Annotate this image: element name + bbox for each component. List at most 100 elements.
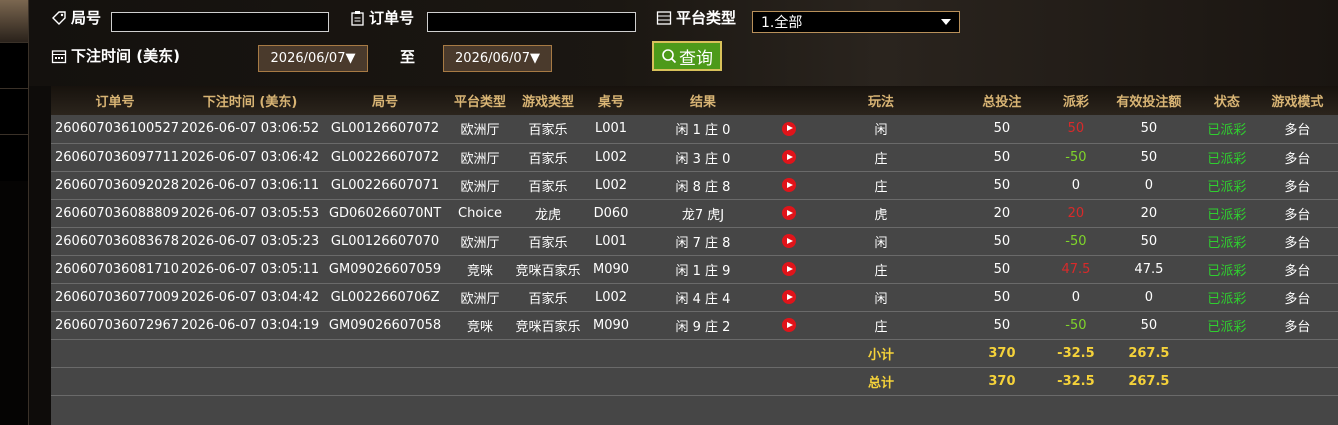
summary-label: 总计 (808, 367, 953, 396)
date-to-label: 至 (400, 48, 415, 66)
round-input[interactable] (111, 12, 329, 32)
cell-table: L002 (585, 171, 637, 200)
cell-order: 260607036097711 (51, 143, 180, 172)
play-video-icon[interactable] (781, 318, 796, 332)
date-from-picker[interactable]: 2026/06/07▼ (258, 45, 368, 72)
cell-result: 闲 9 庄 2 (637, 311, 769, 340)
table-row[interactable]: 260607036072967 2026-06-07 03:04:19 GM0902… (51, 311, 1338, 340)
cell-total: 50 (952, 255, 1051, 284)
table-row[interactable]: 260607036083678 2026-06-07 03:05:23 GL0012… (51, 227, 1338, 256)
col-header[interactable]: 局号 (321, 86, 449, 115)
cell-game: 百家乐 (511, 143, 586, 172)
cell-bet: 庄 (808, 171, 953, 200)
date-to-label-text: 至 (400, 48, 416, 66)
sidebar-tab[interactable] (0, 42, 28, 89)
col-header[interactable]: 状态 (1197, 86, 1257, 115)
cell-time: 2026-06-07 03:06:42 (179, 143, 322, 172)
table-row[interactable]: 260607036100527 2026-06-07 03:06:52 GL0012… (51, 115, 1338, 144)
cell-bet: 庄 (808, 143, 953, 172)
cell-game: 百家乐 (511, 171, 586, 200)
cell-bet: 闲 (808, 115, 953, 144)
cell-payout: -50 (1050, 311, 1101, 340)
col-header[interactable]: 游戏类型 (511, 86, 585, 115)
platform-label-text: 平台类型 (676, 9, 737, 27)
summary-total: 370 (952, 339, 1051, 368)
sidebar-tab[interactable] (0, 88, 28, 135)
sidebar-tab[interactable] (0, 134, 28, 181)
cell-platform: 欧洲厅 (449, 143, 512, 172)
round-label-text: 局号 (71, 9, 102, 27)
col-header[interactable]: 派彩 (1051, 86, 1101, 115)
table-row[interactable]: 260607036077009 2026-06-07 03:04:42 GL0022… (51, 283, 1338, 312)
cell-table: L001 (585, 227, 637, 256)
play-video-icon[interactable] (781, 121, 796, 136)
date-from-value: 2026/06/07▼ (270, 51, 356, 66)
play-video-icon[interactable] (781, 150, 796, 164)
date-to-picker[interactable]: 2026/06/07▼ (443, 45, 552, 72)
cell-bet: 虎 (808, 199, 953, 228)
order-input[interactable] (427, 12, 636, 32)
cell-table: M090 (585, 311, 637, 340)
play-video-icon[interactable] (781, 290, 796, 304)
platform-select-value: 1.全部 (761, 15, 803, 31)
cell-round: GL00126607072 (321, 115, 450, 144)
cell-platform: 欧洲厅 (449, 115, 512, 144)
cell-game: 百家乐 (511, 115, 586, 144)
col-header[interactable]: 下注时间 (美东) (179, 86, 321, 115)
cell-table: L002 (585, 143, 637, 172)
col-header[interactable]: 平台类型 (449, 86, 511, 115)
play-video-icon[interactable] (781, 178, 796, 192)
table-row[interactable]: 260607036088809 2026-06-07 03:05:53 GD0602… (51, 199, 1338, 228)
platform-select[interactable]: 1.全部 (752, 11, 960, 33)
summary-valid: 267.5 (1100, 367, 1197, 396)
cell-order: 260607036088809 (51, 199, 180, 228)
date-to-value: 2026/06/07▼ (455, 51, 540, 66)
cell-valid: 0 (1100, 171, 1197, 200)
cell-valid: 47.5 (1100, 255, 1197, 284)
summary-payout: -32.5 (1050, 339, 1101, 368)
cell-status: 已派彩 (1196, 199, 1257, 228)
order-label: 订单号 (350, 9, 414, 27)
table-row[interactable]: 260607036092028 2026-06-07 03:06:11 GL0022… (51, 171, 1338, 200)
summary-label: 小计 (808, 339, 953, 368)
col-header[interactable]: 结果 (637, 86, 769, 115)
cell-valid: 50 (1100, 115, 1197, 144)
cell-game: 百家乐 (511, 227, 586, 256)
cell-total: 20 (952, 199, 1051, 228)
cell-round: GD060266070NT (321, 199, 450, 228)
table-row[interactable]: 260607036081710 2026-06-07 03:05:11 GM0902… (51, 255, 1338, 284)
query-button[interactable]: 查询 (652, 41, 722, 71)
play-video-icon[interactable] (781, 206, 796, 220)
col-header[interactable]: 桌号 (585, 86, 637, 115)
replay-cell (768, 227, 809, 256)
cell-order: 260607036100527 (51, 115, 180, 144)
table-row[interactable]: 260607036097711 2026-06-07 03:06:42 GL0022… (51, 143, 1338, 172)
cell-round: GL00226607071 (321, 171, 450, 200)
cell-total: 50 (952, 227, 1051, 256)
col-header[interactable]: 玩法 (809, 86, 953, 115)
cell-valid: 50 (1100, 311, 1197, 340)
cell-valid: 20 (1100, 199, 1197, 228)
cell-status: 已派彩 (1196, 311, 1257, 340)
cell-platform: 竞咪 (449, 311, 512, 340)
cell-mode: 多台 (1256, 227, 1338, 256)
cell-mode: 多台 (1256, 311, 1338, 340)
cell-time: 2026-06-07 03:04:19 (179, 311, 322, 340)
col-header[interactable]: 游戏模式 (1257, 86, 1338, 115)
cell-round: GM09026607058 (321, 311, 450, 340)
cell-mode: 多台 (1256, 115, 1338, 144)
cell-time: 2026-06-07 03:05:23 (179, 227, 322, 256)
cell-game: 竞咪百家乐 (511, 311, 586, 340)
cell-time: 2026-06-07 03:04:42 (179, 283, 322, 312)
col-header[interactable]: 有效投注额 (1101, 86, 1197, 115)
cell-bet: 庄 (808, 255, 953, 284)
cell-total: 50 (952, 283, 1051, 312)
col-header[interactable]: 总投注 (953, 86, 1051, 115)
cell-payout: 50 (1050, 115, 1101, 144)
play-video-icon[interactable] (781, 262, 796, 276)
summary-payout: -32.5 (1050, 367, 1101, 396)
search-icon (662, 49, 677, 64)
play-video-icon[interactable] (781, 234, 796, 248)
cell-payout: -50 (1050, 143, 1101, 172)
col-header[interactable]: 订单号 (51, 86, 179, 115)
